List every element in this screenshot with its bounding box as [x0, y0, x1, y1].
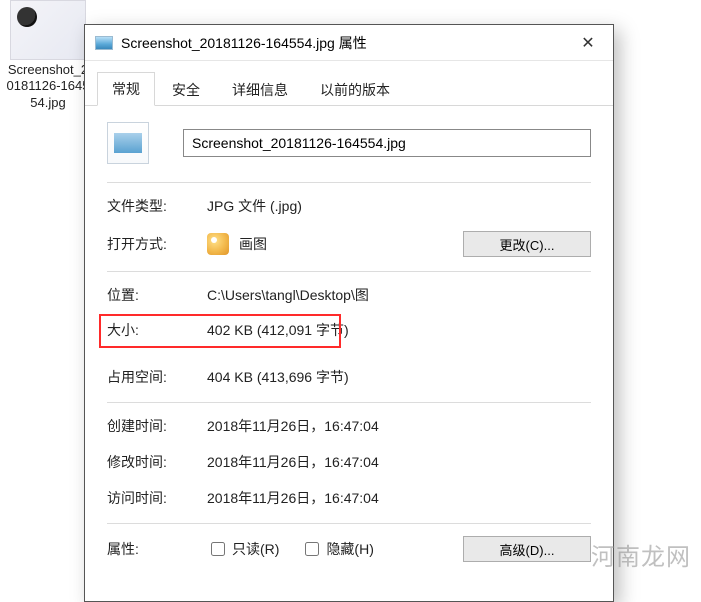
paint-app-icon	[207, 233, 229, 255]
change-app-button[interactable]: 更改(C)...	[463, 231, 591, 257]
checkbox-hidden[interactable]: 隐藏(H)	[301, 539, 373, 559]
value-size: 402 KB (412,091 字节)	[207, 320, 591, 340]
label-filetype: 文件类型:	[107, 196, 207, 216]
close-button[interactable]: ✕	[565, 27, 611, 59]
value-location: C:\Users\tangl\Desktop\图	[207, 285, 591, 305]
value-filetype: JPG 文件 (.jpg)	[207, 196, 591, 216]
value-modified: 2018年11月26日，16:47:04	[207, 452, 591, 472]
value-created: 2018年11月26日，16:47:04	[207, 416, 591, 436]
label-size: 大小:	[107, 320, 207, 340]
advanced-button[interactable]: 高级(D)...	[463, 536, 591, 562]
checkbox-readonly-input[interactable]	[211, 542, 225, 556]
checkbox-readonly-label: 只读(R)	[232, 539, 279, 559]
separator	[107, 271, 591, 272]
desktop-file-thumb[interactable]: Screenshot_20181126-164554.jpg	[6, 0, 90, 111]
checkbox-readonly[interactable]: 只读(R)	[207, 539, 279, 559]
value-size-on-disk: 404 KB (413,696 字节)	[207, 367, 591, 387]
checkbox-hidden-label: 隐藏(H)	[326, 539, 373, 559]
tab-security[interactable]: 安全	[157, 73, 215, 106]
separator	[107, 402, 591, 403]
dialog-title: Screenshot_20181126-164554.jpg 属性	[121, 33, 565, 53]
label-accessed: 访问时间:	[107, 488, 207, 508]
label-created: 创建时间:	[107, 416, 207, 436]
close-icon: ✕	[581, 33, 594, 53]
file-type-icon	[107, 122, 149, 164]
titlebar: Screenshot_20181126-164554.jpg 属性 ✕	[85, 25, 613, 61]
label-size-on-disk: 占用空间:	[107, 367, 207, 387]
value-openwith: 画图	[239, 234, 267, 254]
label-modified: 修改时间:	[107, 452, 207, 472]
separator	[107, 523, 591, 524]
tab-strip: 常规 安全 详细信息 以前的版本	[85, 61, 613, 106]
tab-details[interactable]: 详细信息	[217, 73, 303, 106]
titlebar-file-icon	[95, 36, 113, 50]
checkbox-hidden-input[interactable]	[305, 542, 319, 556]
tab-content-general: 文件类型: JPG 文件 (.jpg) 打开方式: 画图 更改(C)... 位置…	[85, 106, 613, 601]
tab-previous-versions[interactable]: 以前的版本	[305, 73, 405, 106]
thumbnail-image	[10, 0, 86, 60]
separator	[107, 182, 591, 183]
value-accessed: 2018年11月26日，16:47:04	[207, 488, 591, 508]
thumbnail-caption: Screenshot_20181126-164554.jpg	[6, 62, 90, 111]
label-openwith: 打开方式:	[107, 234, 207, 254]
properties-dialog: Screenshot_20181126-164554.jpg 属性 ✕ 常规 安…	[84, 24, 614, 602]
tab-general[interactable]: 常规	[97, 72, 155, 106]
label-location: 位置:	[107, 285, 207, 305]
filename-input[interactable]	[183, 129, 591, 157]
label-attributes: 属性:	[107, 539, 207, 559]
